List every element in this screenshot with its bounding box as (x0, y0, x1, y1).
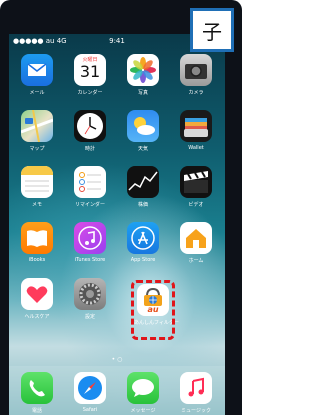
app-itunes-store[interactable]: iTunes Store (68, 222, 112, 263)
stocks-icon (127, 166, 159, 198)
page-indicator: • ○ (111, 356, 123, 363)
app-calendar[interactable]: 火曜日 31 カレンダー (68, 54, 112, 96)
music-note-icon (180, 372, 212, 404)
photos-icon (127, 54, 159, 86)
notes-icon (21, 166, 53, 198)
app-settings[interactable]: 設定 (68, 278, 112, 320)
reminders-icon (74, 166, 106, 198)
app-photos[interactable]: 写真 (121, 54, 165, 96)
clapper-icon (180, 166, 212, 198)
app-label: 設定 (84, 314, 95, 320)
phone-frame: ●●●●● au 4G 9:41 メール 火曜日 31 カレンダー 写真 カメラ… (0, 0, 242, 415)
app-label: 天気 (137, 146, 148, 152)
app-music[interactable]: ミュージック (174, 372, 218, 414)
app-camera[interactable]: カメラ (174, 54, 218, 96)
app-label: iTunes Store (74, 257, 106, 263)
app-label: マップ (29, 146, 45, 152)
clock-icon (74, 110, 106, 142)
app-label: ビデオ (188, 202, 204, 208)
app-label: カレンダー (77, 90, 103, 96)
speech-bubble-icon (127, 372, 159, 404)
app-label: iBooks (28, 257, 46, 263)
app-videos[interactable]: ビデオ (174, 166, 218, 208)
app-label: ミュージック (181, 408, 211, 414)
phone-icon (21, 372, 53, 404)
app-weather[interactable]: 天気 (121, 110, 165, 152)
maps-icon (21, 110, 53, 142)
app-phone[interactable]: 電話 (15, 372, 59, 414)
app-wallet[interactable]: Wallet (174, 110, 218, 151)
app-app-store[interactable]: App Store (121, 222, 165, 263)
app-clock[interactable]: 時計 (68, 110, 112, 152)
app-safari[interactable]: Safari (68, 372, 112, 413)
app-maps[interactable]: マップ (15, 110, 59, 152)
app-label: Wallet (188, 145, 204, 151)
app-label: ホーム (188, 258, 204, 264)
heart-icon (21, 278, 53, 310)
wallet-icon (180, 110, 212, 142)
app-label: メモ (31, 202, 42, 208)
app-messages[interactable]: メッセージ (121, 372, 165, 414)
app-home[interactable]: ホーム (174, 222, 218, 264)
highlight-box (131, 280, 175, 340)
app-label: 電話 (31, 408, 42, 414)
app-label: 時計 (84, 146, 95, 152)
calendar-day: 31 (79, 62, 101, 81)
app-stocks[interactable]: 株価 (121, 166, 165, 208)
app-label: メッセージ (130, 408, 156, 414)
app-label: カメラ (188, 90, 204, 96)
corner-label: 子 (190, 8, 234, 52)
calendar-icon: 火曜日 31 (74, 54, 106, 86)
weather-icon (127, 110, 159, 142)
book-icon (21, 222, 53, 254)
mail-icon (21, 54, 53, 86)
home-screen: ●●●●● au 4G 9:41 メール 火曜日 31 カレンダー 写真 カメラ… (9, 34, 225, 415)
app-label: メール (29, 90, 45, 96)
music-note-icon (74, 222, 106, 254)
app-mail[interactable]: メール (15, 54, 59, 96)
app-ibooks[interactable]: iBooks (15, 222, 59, 263)
gear-icon (74, 278, 106, 310)
app-label: App Store (130, 257, 156, 263)
camera-icon (180, 54, 212, 86)
app-label: Safari (82, 407, 98, 413)
app-health[interactable]: ヘルスケア (15, 278, 59, 320)
app-label: ヘルスケア (24, 314, 50, 320)
app-label: 写真 (137, 90, 148, 96)
house-icon (180, 222, 212, 254)
compass-icon (74, 372, 106, 404)
app-notes[interactable]: メモ (15, 166, 59, 208)
app-label: 株価 (137, 202, 148, 208)
app-label: リマインダー (74, 202, 105, 208)
app-store-icon (127, 222, 159, 254)
app-reminders[interactable]: リマインダー (68, 166, 112, 208)
dock: 電話 Safari メッセージ ミュージック (9, 366, 225, 415)
